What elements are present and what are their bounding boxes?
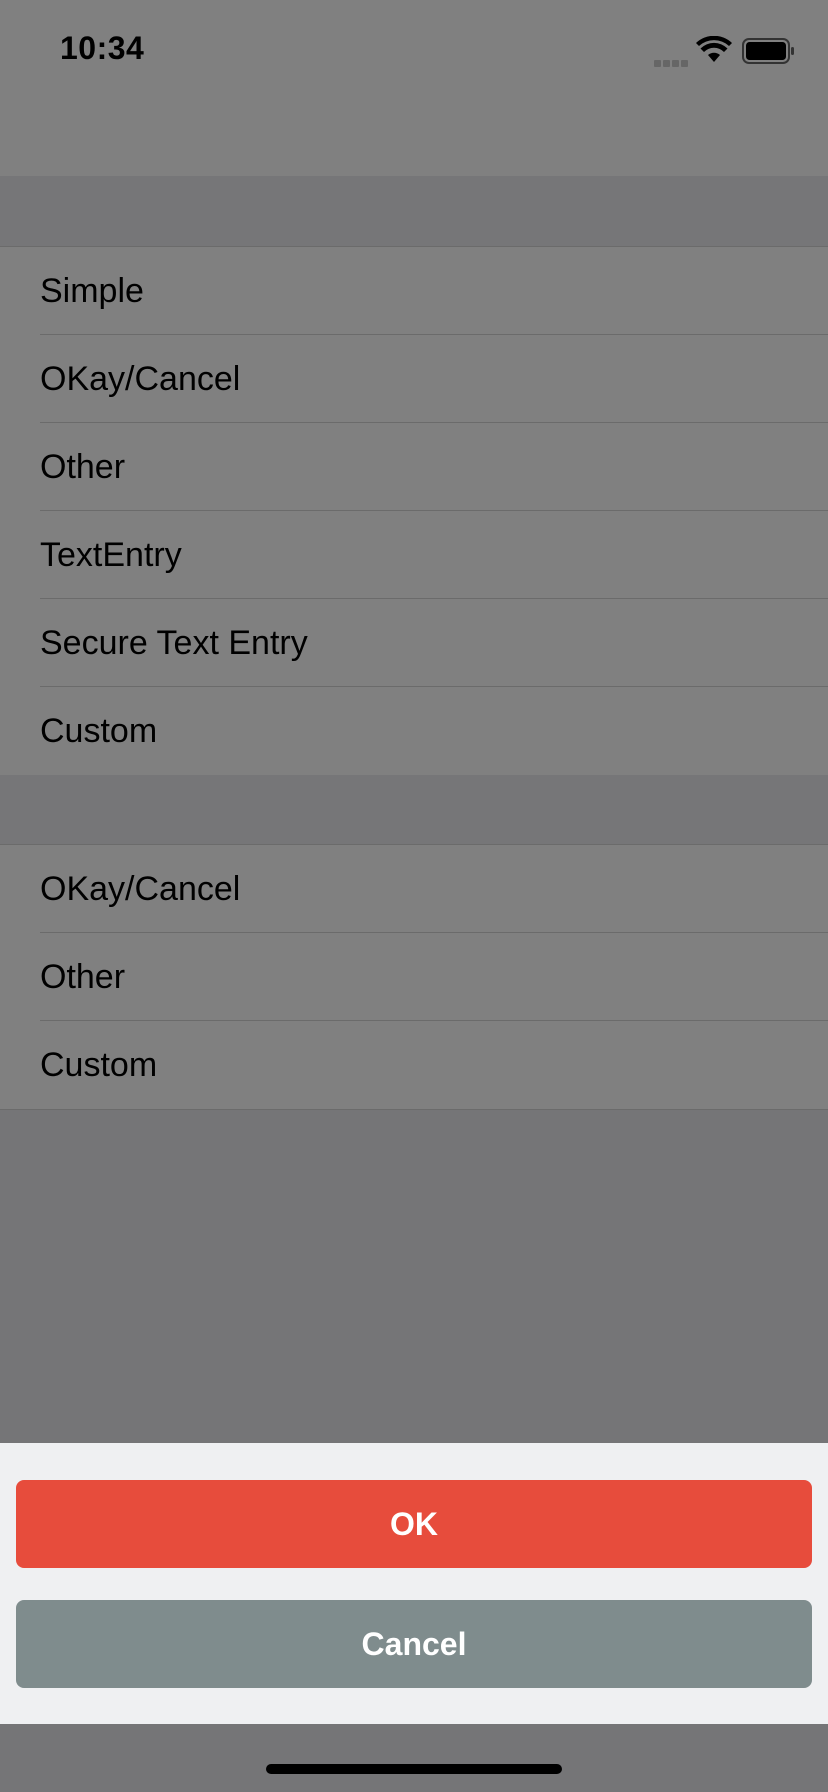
home-indicator[interactable] (266, 1764, 562, 1774)
section-header-gap (0, 176, 828, 246)
status-bar: 10:34 (0, 0, 828, 176)
wifi-icon (696, 36, 732, 62)
list-item-secure-text-entry[interactable]: Secure Text Entry (0, 599, 828, 687)
list-item-custom[interactable]: Custom (0, 687, 828, 775)
list-item-label: Simple (40, 272, 144, 310)
list-item-label: OKay/Cancel (40, 360, 241, 398)
list-item-label: Custom (40, 1046, 158, 1084)
status-time: 10:34 (60, 30, 145, 66)
alert-list-group-2: OKay/Cancel Other Custom (0, 844, 828, 1110)
list-item-okay-cancel[interactable]: OKay/Cancel (0, 335, 828, 423)
list-item-okay-cancel[interactable]: OKay/Cancel (0, 845, 828, 933)
cancel-button[interactable]: Cancel (16, 1600, 812, 1688)
list-item-label: Secure Text Entry (40, 624, 308, 662)
battery-icon (742, 38, 794, 64)
list-item-text-entry[interactable]: TextEntry (0, 511, 828, 599)
alert-list-group-1: Simple OKay/Cancel Other TextEntry Secur… (0, 246, 828, 776)
ok-button[interactable]: OK (16, 1480, 812, 1568)
list-item-other[interactable]: Other (0, 933, 828, 1021)
list-item-simple[interactable]: Simple (0, 247, 828, 335)
list-item-custom[interactable]: Custom (0, 1021, 828, 1109)
section-header-gap (0, 775, 828, 845)
list-item-label: OKay/Cancel (40, 870, 241, 908)
list-item-label: Other (40, 958, 126, 996)
list-item-label: Other (40, 448, 126, 486)
cellular-signal-icon (654, 54, 690, 72)
list-item-label: TextEntry (40, 536, 182, 574)
action-sheet: OK Cancel (0, 1443, 828, 1724)
list-item-label: Custom (40, 712, 158, 750)
list-item-other[interactable]: Other (0, 423, 828, 511)
